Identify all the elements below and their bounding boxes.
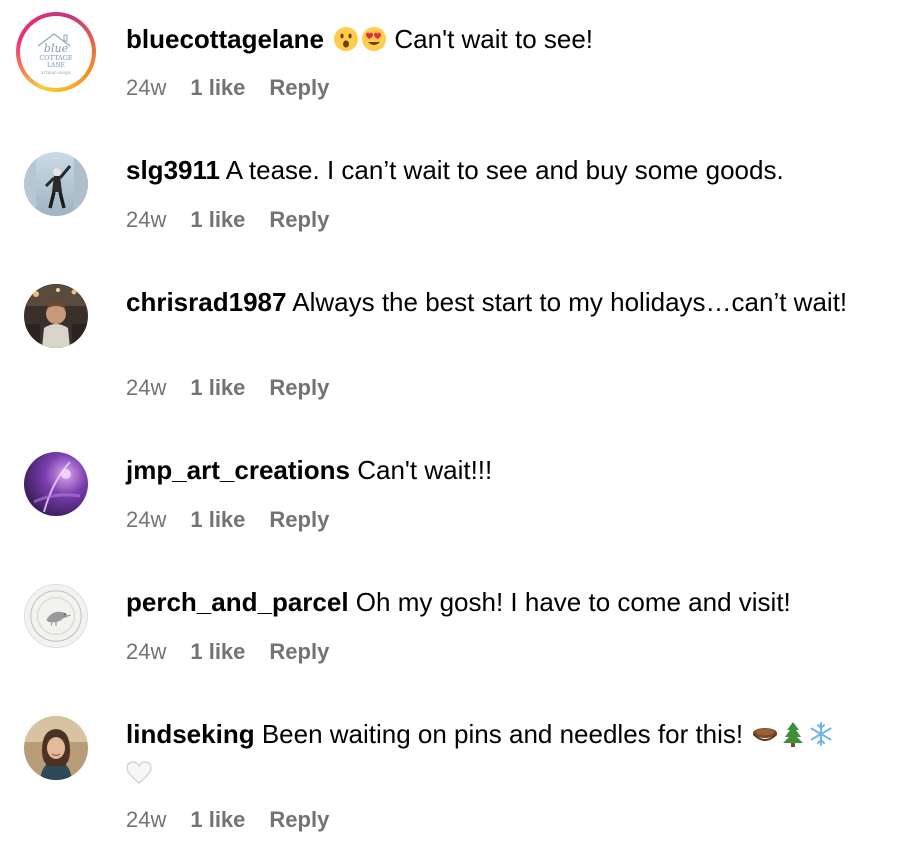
reply-button[interactable]: Reply (269, 374, 329, 402)
svg-text:LANE: LANE (47, 62, 65, 69)
svg-text:COTTAGE: COTTAGE (39, 54, 73, 62)
comment-body: jmp_art_creations Can't wait!!! (126, 453, 896, 488)
likes-count[interactable]: 1 like (190, 806, 245, 834)
likes-count[interactable]: 1 like (190, 638, 245, 666)
heart-eyes-icon (361, 26, 387, 61)
username-link[interactable]: perch_and_parcel (126, 587, 349, 617)
comment-meta: 24w 1 like Reply (126, 74, 329, 102)
comment-text: Can't wait!!! (357, 455, 493, 485)
timestamp[interactable]: 24w (126, 74, 166, 102)
timestamp[interactable]: 24w (126, 374, 166, 402)
comment-meta: 24w 1 like Reply (126, 806, 329, 834)
likes-count[interactable]: 1 like (190, 74, 245, 102)
comment-text: Always the best start to my holidays…can… (292, 287, 848, 317)
username-link[interactable]: slg3911 (126, 155, 220, 185)
white-heart-icon (126, 760, 152, 795)
pie-icon (752, 721, 778, 756)
username-link[interactable]: jmp_art_creations (126, 455, 350, 485)
reply-button[interactable]: Reply (269, 206, 329, 234)
avatar[interactable] (24, 716, 88, 780)
reply-button[interactable]: Reply (269, 506, 329, 534)
username-link[interactable]: bluecottagelane (126, 24, 324, 54)
comment-body: lindseking Been waiting on pins and need… (126, 717, 896, 795)
avatar-photo (24, 716, 88, 780)
comment-meta: 24w 1 like Reply (126, 638, 329, 666)
reply-button[interactable]: Reply (269, 806, 329, 834)
bird-seal-logo (25, 585, 87, 647)
snowflake-icon (808, 721, 834, 756)
comment-meta: 24w 1 like Reply (126, 206, 329, 234)
comment-body: slg3911 A tease. I can’t wait to see and… (126, 153, 896, 188)
avatar[interactable] (24, 152, 88, 216)
comment-text: Can't wait to see! (394, 24, 594, 54)
likes-count[interactable]: 1 like (190, 506, 245, 534)
reply-button[interactable]: Reply (269, 74, 329, 102)
comment-meta: 24w 1 like Reply (126, 374, 329, 402)
avatar-photo (24, 152, 88, 216)
avatar[interactable] (24, 584, 88, 648)
reply-button[interactable]: Reply (269, 638, 329, 666)
timestamp[interactable]: 24w (126, 506, 166, 534)
comment-text: A tease. I can’t wait to see and buy som… (225, 155, 784, 185)
comment-text: Oh my gosh! I have to come and visit! (355, 587, 791, 617)
comment-body: perch_and_parcel Oh my gosh! I have to c… (126, 585, 896, 620)
astonished-face-icon (333, 26, 359, 61)
avatar-photo (24, 452, 88, 516)
svg-text:artisan soaps: artisan soaps (41, 70, 72, 76)
likes-count[interactable]: 1 like (190, 374, 245, 402)
timestamp[interactable]: 24w (126, 638, 166, 666)
avatar-photo (24, 284, 88, 348)
likes-count[interactable]: 1 like (190, 206, 245, 234)
avatar[interactable] (24, 284, 88, 348)
comment-text: Been waiting on pins and needles for thi… (261, 719, 744, 749)
avatar[interactable] (24, 452, 88, 516)
blue-cottage-lane-logo: blue COTTAGE LANE artisan soaps (24, 20, 88, 84)
comment-body: chrisrad1987 Always the best start to my… (126, 285, 896, 320)
timestamp[interactable]: 24w (126, 806, 166, 834)
avatar[interactable]: blue COTTAGE LANE artisan soaps (16, 12, 96, 92)
username-link[interactable]: lindseking (126, 719, 255, 749)
comment-body: bluecottagelane Can't wait to see! (126, 22, 896, 61)
timestamp[interactable]: 24w (126, 206, 166, 234)
comment-meta: 24w 1 like Reply (126, 506, 329, 534)
username-link[interactable]: chrisrad1987 (126, 287, 286, 317)
christmas-tree-icon (780, 721, 806, 756)
